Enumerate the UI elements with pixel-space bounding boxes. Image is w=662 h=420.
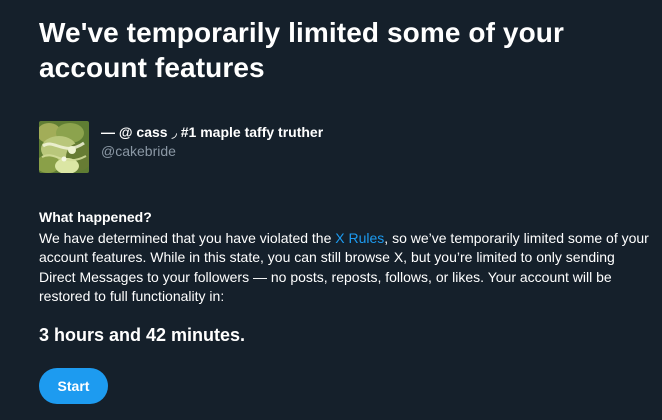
account-handle: @cakebride [101,143,176,159]
restriction-time-remaining: 3 hours and 42 minutes. [39,325,246,345]
what-happened-heading: What happened? [39,209,152,225]
account-summary: — @ cass ◞ #1 maple taffy truther @cakeb… [39,121,639,177]
restriction-explanation: We have determined that you have violate… [39,229,654,306]
start-button[interactable]: Start [39,368,108,404]
explanation-text-start: We have determined that you have violate… [39,230,336,246]
account-display-name: — @ cass ◞ #1 maple taffy truther [101,124,324,140]
x-rules-link[interactable]: X Rules [335,230,384,246]
page-title: We've temporarily limited some of your a… [39,17,564,83]
limited-account-page: We've temporarily limited some of your a… [39,0,654,420]
profile-photo-avatar-icon [39,121,89,173]
